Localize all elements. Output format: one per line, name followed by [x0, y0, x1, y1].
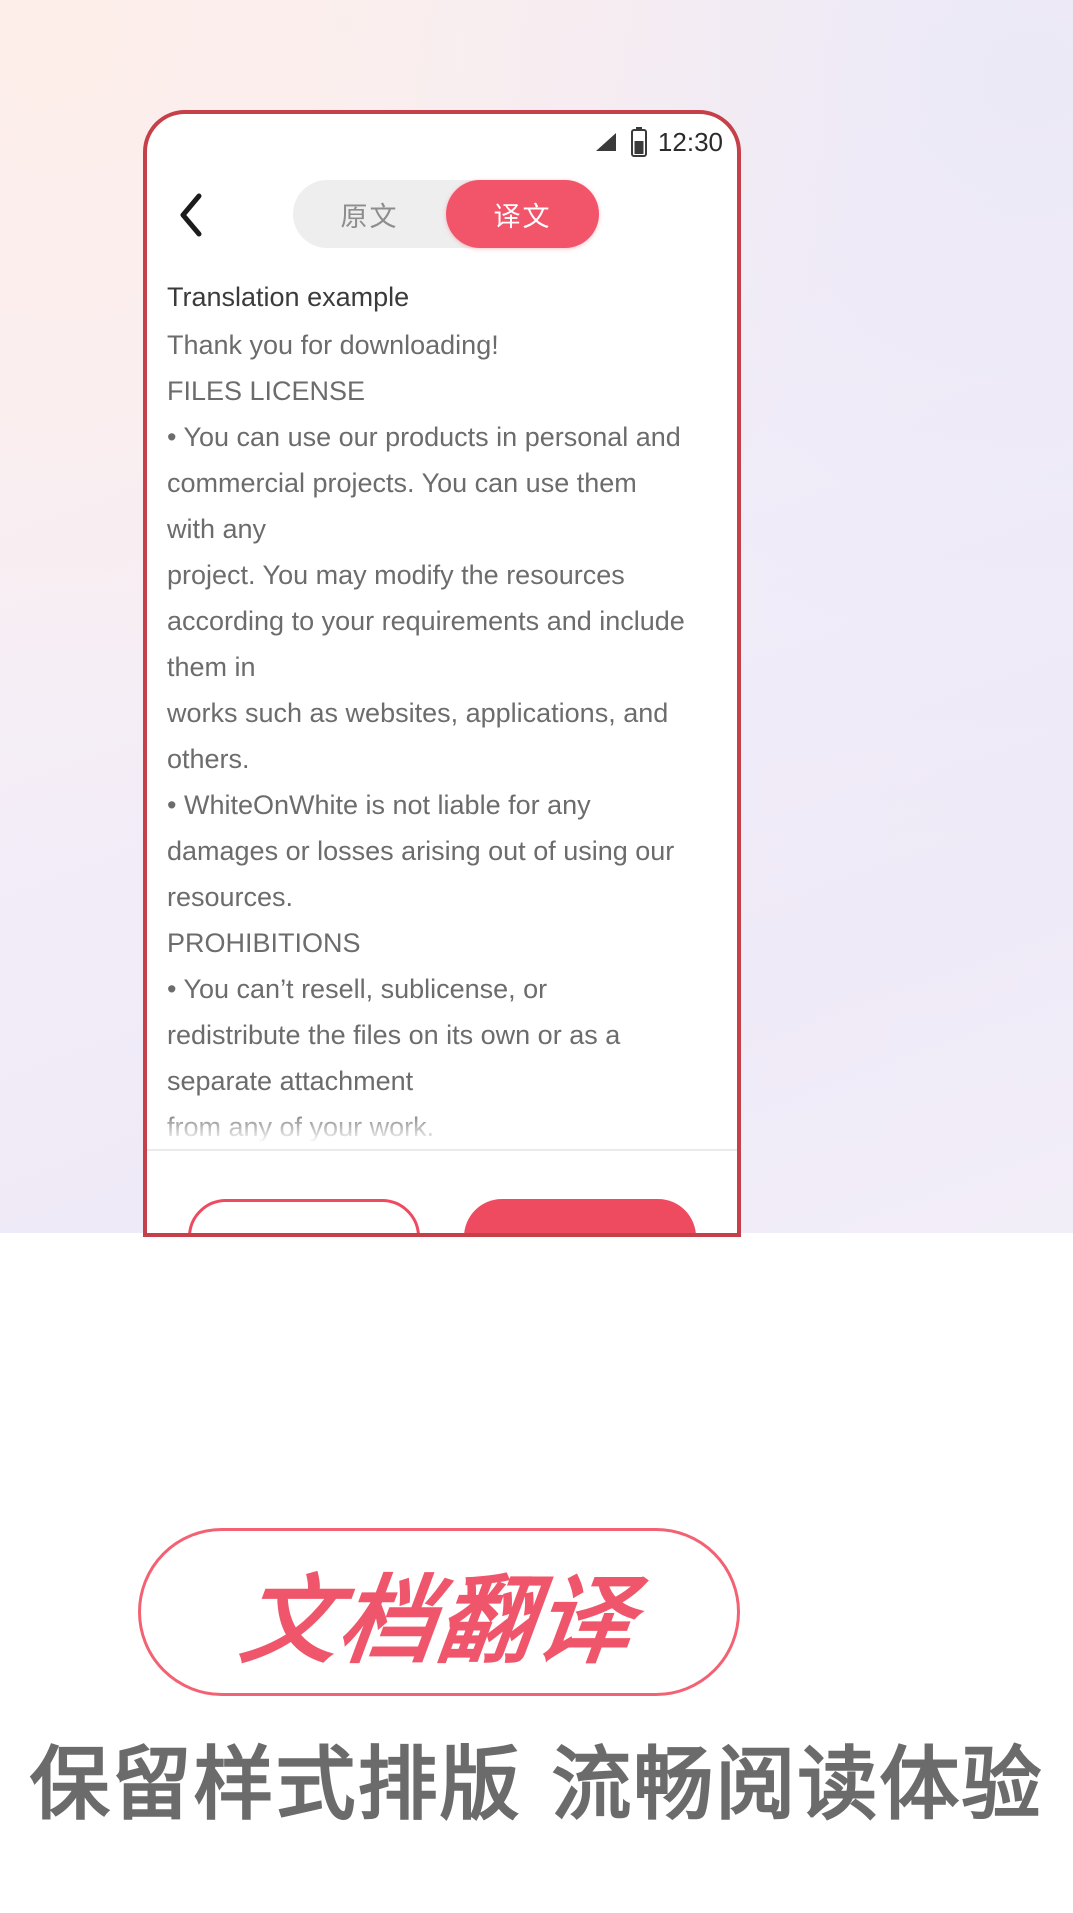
- document-line: Thank you for downloading!: [167, 330, 499, 360]
- document-line: redistribute the files on its own or as …: [167, 1020, 621, 1050]
- document-content[interactable]: Translation example Thank you for downlo…: [147, 264, 737, 1233]
- document-line: others.: [167, 744, 250, 774]
- tab-original-text[interactable]: 原文: [293, 180, 446, 248]
- document-line: • You can’t resell, sublicense, or: [167, 974, 548, 1004]
- tab-translated-text-label: 译文: [493, 201, 552, 233]
- document-line: works such as websites, applications, an…: [167, 698, 669, 728]
- tab-original-text-label: 原文: [340, 201, 399, 233]
- document-line: • You can use our products in personal a…: [167, 422, 681, 452]
- status-time: 12:30: [657, 126, 723, 157]
- footer-action-bar: [147, 1151, 737, 1233]
- app-header: 原文 译文: [147, 172, 737, 258]
- promo-title: 文档翻译: [235, 1564, 641, 1677]
- document-line: FILES LICENSE: [167, 376, 366, 406]
- view-mode-segmented-control[interactable]: 原文 译文: [293, 180, 599, 248]
- tab-translated-text[interactable]: 译文: [446, 180, 599, 248]
- document-line: according to your requirements and inclu…: [167, 606, 685, 636]
- document-line: damages or losses arising out of using o…: [167, 836, 675, 866]
- status-bar: 12:30: [594, 122, 723, 162]
- signal-bars-icon: [594, 131, 620, 153]
- document-line: commercial projects. You can use them: [167, 468, 637, 498]
- promo-tagline: 保留样式排版 流畅阅读体验: [29, 1738, 1044, 1831]
- document-line: with any: [167, 514, 267, 544]
- phone-frame: 12:30 原文 译文 Translation example Thank yo…: [143, 110, 741, 1237]
- document-line: project. You may modify the resources: [167, 560, 625, 590]
- promo-pill: 文档翻译: [138, 1528, 740, 1696]
- back-button[interactable]: [155, 172, 227, 258]
- primary-action-button[interactable]: [464, 1199, 696, 1233]
- secondary-action-button[interactable]: [188, 1199, 420, 1233]
- document-line: resources.: [167, 882, 294, 912]
- document-line: them in: [167, 652, 256, 682]
- document-line: PROHIBITIONS: [167, 928, 361, 958]
- document-line: separate attachment: [167, 1066, 414, 1096]
- document-title: Translation example: [167, 282, 410, 312]
- chevron-left-icon: [180, 193, 202, 237]
- battery-icon: [630, 127, 648, 157]
- document-line: from any of your work.: [167, 1112, 435, 1142]
- document-line: • WhiteOnWhite is not liable for any: [167, 790, 591, 820]
